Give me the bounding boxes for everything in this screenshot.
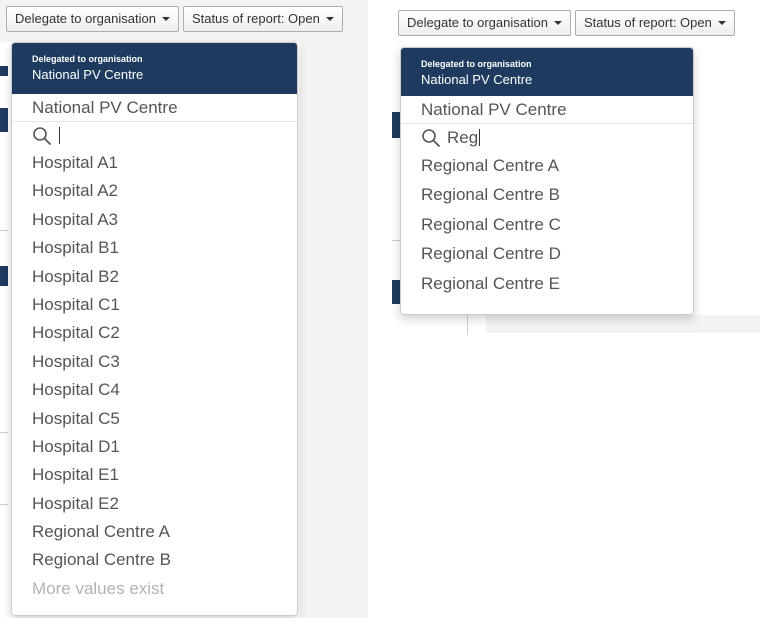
- search-input-value: Reg: [447, 127, 479, 147]
- option-item[interactable]: Regional Centre B: [401, 180, 693, 209]
- report-toolbar: Delegate to organisation Status of repor…: [398, 10, 735, 36]
- option-item[interactable]: Hospital C5: [12, 405, 297, 433]
- option-item[interactable]: Hospital E1: [12, 461, 297, 489]
- caret-down-icon: [553, 21, 562, 25]
- text-cursor: [59, 127, 60, 144]
- page-divider: [0, 504, 8, 505]
- dropdown-header-label: Delegated to organisation: [421, 59, 532, 69]
- delegate-dropdown-menu: Delegated to organisation National PV Ce…: [400, 47, 694, 315]
- dropdown-header: Delegated to organisation National PV Ce…: [12, 43, 297, 94]
- option-item[interactable]: Hospital C3: [12, 348, 297, 376]
- search-icon: [422, 128, 440, 147]
- caret-down-icon: [717, 21, 726, 25]
- option-item[interactable]: Regional Centre B: [12, 546, 297, 574]
- delegate-dropdown-button[interactable]: Delegate to organisation: [6, 6, 179, 32]
- status-dropdown-button[interactable]: Status of report: Open: [574, 10, 735, 36]
- option-item[interactable]: Regional Centre D: [401, 239, 693, 268]
- dropdown-header-label: Delegated to organisation: [32, 54, 143, 64]
- search-input[interactable]: Reg: [401, 124, 693, 151]
- page-divider: [0, 230, 8, 231]
- page-side-area: [300, 42, 368, 618]
- delegate-button-label: Delegate to organisation: [407, 15, 548, 30]
- option-item[interactable]: Hospital B1: [12, 234, 297, 262]
- option-item[interactable]: Hospital A3: [12, 206, 297, 234]
- status-button-label: Status of report: Open: [583, 15, 712, 30]
- option-item[interactable]: Regional Centre A: [401, 151, 693, 180]
- caret-down-icon: [161, 17, 170, 21]
- page-divider: [467, 315, 468, 335]
- page-navy-block: [0, 108, 8, 132]
- delegate-dropdown-menu: Delegated to organisation National PV Ce…: [11, 42, 298, 616]
- dropdown-header-value: National PV Centre: [421, 72, 533, 87]
- caret-down-icon: [325, 17, 334, 21]
- option-list: Regional Centre A Regional Centre B Regi…: [401, 151, 693, 298]
- search-icon: [33, 126, 51, 145]
- option-item[interactable]: Regional Centre C: [401, 210, 693, 239]
- page-navy-block: [392, 280, 400, 304]
- page-divider: [392, 240, 400, 241]
- option-item[interactable]: Hospital E2: [12, 490, 297, 518]
- delegate-button-label: Delegate to organisation: [15, 11, 156, 26]
- option-item[interactable]: Regional Centre E: [401, 269, 693, 298]
- delegate-dropdown-button[interactable]: Delegate to organisation: [398, 10, 571, 36]
- option-item[interactable]: Hospital D1: [12, 433, 297, 461]
- more-values-note: More values exist: [32, 578, 165, 598]
- option-item[interactable]: Regional Centre A: [12, 518, 297, 546]
- search-input[interactable]: [12, 122, 297, 149]
- option-item[interactable]: Hospital C1: [12, 291, 297, 319]
- option-item[interactable]: Hospital C4: [12, 376, 297, 404]
- status-dropdown-button[interactable]: Status of report: Open: [182, 6, 343, 32]
- page-navy-block: [0, 266, 8, 286]
- option-item[interactable]: Hospital B2: [12, 263, 297, 291]
- option-list: Hospital A1 Hospital A2 Hospital A3 Hosp…: [12, 149, 297, 603]
- page-content-area: [486, 315, 760, 333]
- option-item[interactable]: Hospital A2: [12, 177, 297, 205]
- option-item[interactable]: Hospital A1: [12, 149, 297, 177]
- option-item[interactable]: Hospital C2: [12, 319, 297, 347]
- report-toolbar: Delegate to organisation Status of repor…: [6, 6, 343, 32]
- text-cursor: [479, 129, 481, 146]
- page-navy-block: [0, 66, 8, 76]
- dropdown-header-value: National PV Centre: [32, 67, 144, 82]
- dropdown-header: Delegated to organisation National PV Ce…: [401, 48, 693, 96]
- status-button-label: Status of report: Open: [191, 11, 320, 26]
- current-selection[interactable]: National PV Centre: [12, 94, 297, 122]
- current-selection[interactable]: National PV Centre: [401, 96, 693, 124]
- page-divider: [0, 432, 8, 433]
- page-navy-block: [392, 112, 400, 138]
